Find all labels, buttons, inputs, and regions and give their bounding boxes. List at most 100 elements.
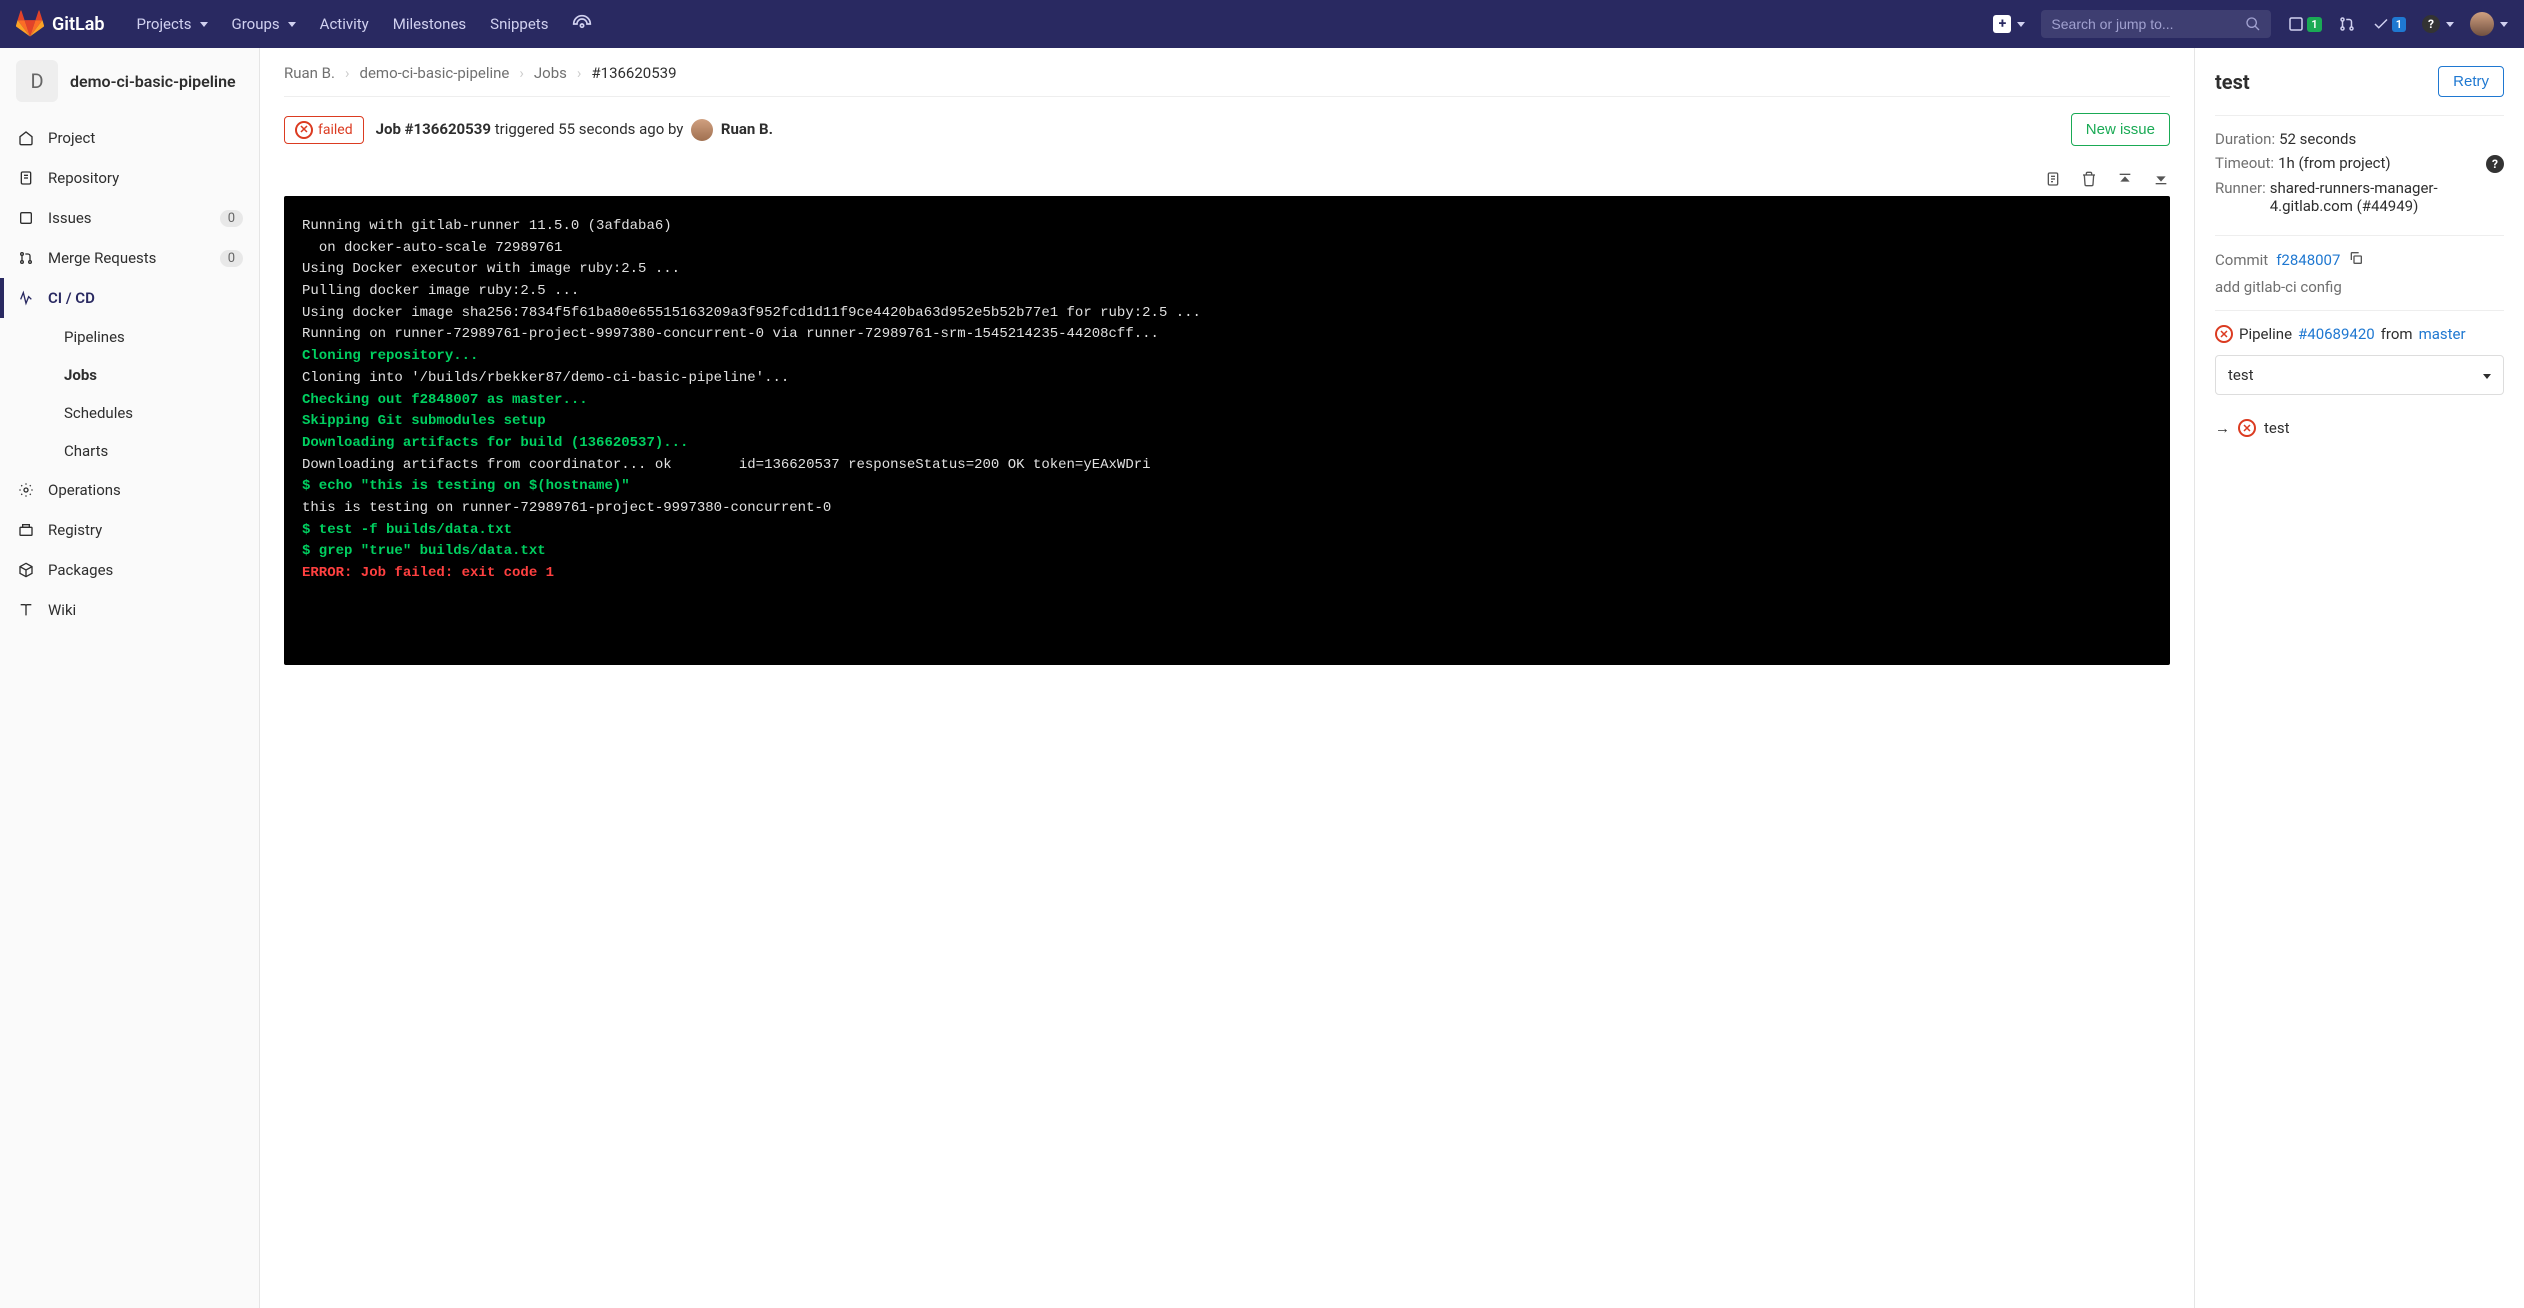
nav-milestones[interactable]: Milestones: [393, 14, 466, 34]
triggerer-name[interactable]: Ruan B.: [721, 119, 773, 137]
timeout-value: 1h (from project): [2278, 154, 2391, 173]
chevron-right-icon: ›: [519, 64, 524, 82]
sidebar-item-repository[interactable]: Repository: [0, 158, 259, 198]
project-avatar: D: [16, 60, 58, 102]
nav-activity[interactable]: Activity: [320, 14, 369, 34]
nav-help-icon[interactable]: ?: [2422, 15, 2454, 33]
search-input[interactable]: [2051, 16, 2245, 32]
sidebar-item-project[interactable]: Project: [0, 118, 259, 158]
log-line: $ test -f builds/data.txt: [302, 520, 2152, 542]
nav-merge-requests-icon[interactable]: [2338, 15, 2356, 33]
gitlab-tanuki-icon: [16, 10, 44, 38]
timeout-label: Timeout:: [2215, 154, 2274, 173]
timeout-help-icon[interactable]: ?: [2486, 154, 2504, 173]
log-line: this is testing on runner-72989761-proje…: [302, 498, 2152, 520]
job-log-terminal: Running with gitlab-runner 11.5.0 (3afda…: [284, 196, 2170, 665]
primary-nav: Projects Groups Activity Milestones Snip…: [137, 14, 593, 34]
log-line: Running with gitlab-runner 11.5.0 (3afda…: [302, 216, 2152, 238]
plus-icon: +: [1993, 15, 2011, 33]
pipeline-id-link[interactable]: #40689420: [2298, 325, 2375, 343]
nav-todos-icon[interactable]: 1: [2372, 15, 2406, 33]
sidebar-item-registry[interactable]: Registry: [0, 510, 259, 550]
sidebar-sub-jobs[interactable]: Jobs: [48, 356, 259, 394]
new-dropdown[interactable]: +: [1993, 15, 2025, 33]
breadcrumb-section[interactable]: Jobs: [534, 64, 567, 82]
registry-icon: [16, 520, 36, 540]
show-raw-icon[interactable]: [2044, 170, 2062, 188]
nav-snippets[interactable]: Snippets: [490, 14, 548, 34]
pipeline-label: Pipeline: [2239, 325, 2292, 343]
gitlab-logo[interactable]: GitLab: [16, 10, 105, 38]
pipeline-branch-link[interactable]: master: [2419, 325, 2466, 343]
sidebar-item-issues[interactable]: Issues 0: [0, 198, 259, 238]
triggerer-avatar-icon: [691, 119, 713, 141]
job-failed-icon: [2238, 419, 2256, 437]
sidebar-sub-charts[interactable]: Charts: [48, 432, 259, 470]
top-navbar: GitLab Projects Groups Activity Mileston…: [0, 0, 2524, 48]
sidebar-item-operations[interactable]: Operations: [0, 470, 259, 510]
log-line: Downloading artifacts for build (1366205…: [302, 433, 2152, 455]
scroll-top-icon[interactable]: [2116, 170, 2134, 188]
commit-sha-link[interactable]: f2848007: [2276, 251, 2340, 269]
retry-button[interactable]: Retry: [2438, 66, 2504, 97]
nav-groups[interactable]: Groups: [232, 14, 296, 34]
chevron-right-icon: ›: [577, 64, 582, 82]
commit-label: Commit: [2215, 251, 2268, 269]
sidebar-item-packages[interactable]: Packages: [0, 550, 259, 590]
log-line: Running on runner-72989761-project-99973…: [302, 324, 2152, 346]
user-avatar-icon: [2470, 12, 2494, 36]
job-link-current[interactable]: → test: [2215, 415, 2504, 441]
chevron-right-icon: ›: [345, 64, 350, 82]
nav-issues-icon[interactable]: 1: [2287, 15, 2321, 33]
project-header[interactable]: D demo-ci-basic-pipeline: [0, 48, 259, 114]
copy-commit-icon[interactable]: [2348, 250, 2364, 270]
log-line: on docker-auto-scale 72989761: [302, 238, 2152, 260]
commit-message: add gitlab-ci config: [2215, 278, 2504, 296]
log-line: Using Docker executor with image ruby:2.…: [302, 259, 2152, 281]
log-line: Cloning repository...: [302, 346, 2152, 368]
sidebar-item-cicd[interactable]: CI / CD: [0, 278, 259, 318]
job-name-title: test: [2215, 70, 2250, 94]
breadcrumb-owner[interactable]: Ruan B.: [284, 64, 335, 82]
operations-icon: [16, 480, 36, 500]
stage-dropdown[interactable]: test: [2215, 355, 2504, 395]
sidebar-item-merge-requests[interactable]: Merge Requests 0: [0, 238, 259, 278]
scroll-bottom-icon[interactable]: [2152, 170, 2170, 188]
sidebar-item-wiki[interactable]: Wiki: [0, 590, 259, 630]
log-line: Using docker image sha256:7834f5f61ba80e…: [302, 303, 2152, 325]
new-issue-button[interactable]: New issue: [2071, 113, 2170, 146]
wiki-icon: [16, 600, 36, 620]
packages-icon: [16, 560, 36, 580]
breadcrumb-project[interactable]: demo-ci-basic-pipeline: [360, 64, 510, 82]
sidebar-sub-pipelines[interactable]: Pipelines: [48, 318, 259, 356]
breadcrumb-job-id: #136620539: [591, 64, 676, 82]
issues-badge: 1: [2307, 17, 2321, 32]
erase-log-icon[interactable]: [2080, 170, 2098, 188]
runner-value: shared-runners-manager-4.gitlab.com (#44…: [2270, 179, 2504, 215]
job-title: Job #136620539 triggered 55 seconds ago …: [376, 119, 773, 141]
user-menu[interactable]: [2470, 12, 2508, 36]
nav-performance-icon[interactable]: [572, 14, 592, 34]
log-toolbar: [284, 162, 2170, 196]
project-name: demo-ci-basic-pipeline: [70, 72, 236, 91]
pipeline-from-text: from: [2381, 325, 2413, 343]
global-search[interactable]: [2041, 10, 2271, 38]
sidebar-sub-schedules[interactable]: Schedules: [48, 394, 259, 432]
log-line: Checking out f2848007 as master...: [302, 390, 2152, 412]
breadcrumb: Ruan B. › demo-ci-basic-pipeline › Jobs …: [284, 64, 2170, 97]
job-sidebar: test Retry Duration: 52 seconds Timeout:…: [2194, 48, 2524, 1308]
runner-label: Runner:: [2215, 179, 2266, 215]
pipeline-failed-icon: [2215, 325, 2233, 343]
log-line: ERROR: Job failed: exit code 1: [302, 563, 2152, 585]
nav-projects[interactable]: Projects: [137, 14, 208, 34]
arrow-right-icon: →: [2215, 419, 2230, 437]
job-header: failed Job #136620539 triggered 55 secon…: [284, 97, 2170, 162]
log-line: Downloading artifacts from coordinator..…: [302, 455, 2152, 477]
issues-icon: [16, 208, 36, 228]
duration-label: Duration:: [2215, 130, 2275, 148]
log-line: $ echo "this is testing on $(hostname)": [302, 476, 2152, 498]
failed-icon: [295, 121, 313, 139]
mr-count-badge: 0: [220, 250, 243, 267]
log-line: Skipping Git submodules setup: [302, 411, 2152, 433]
chevron-down-icon: [2479, 366, 2491, 384]
